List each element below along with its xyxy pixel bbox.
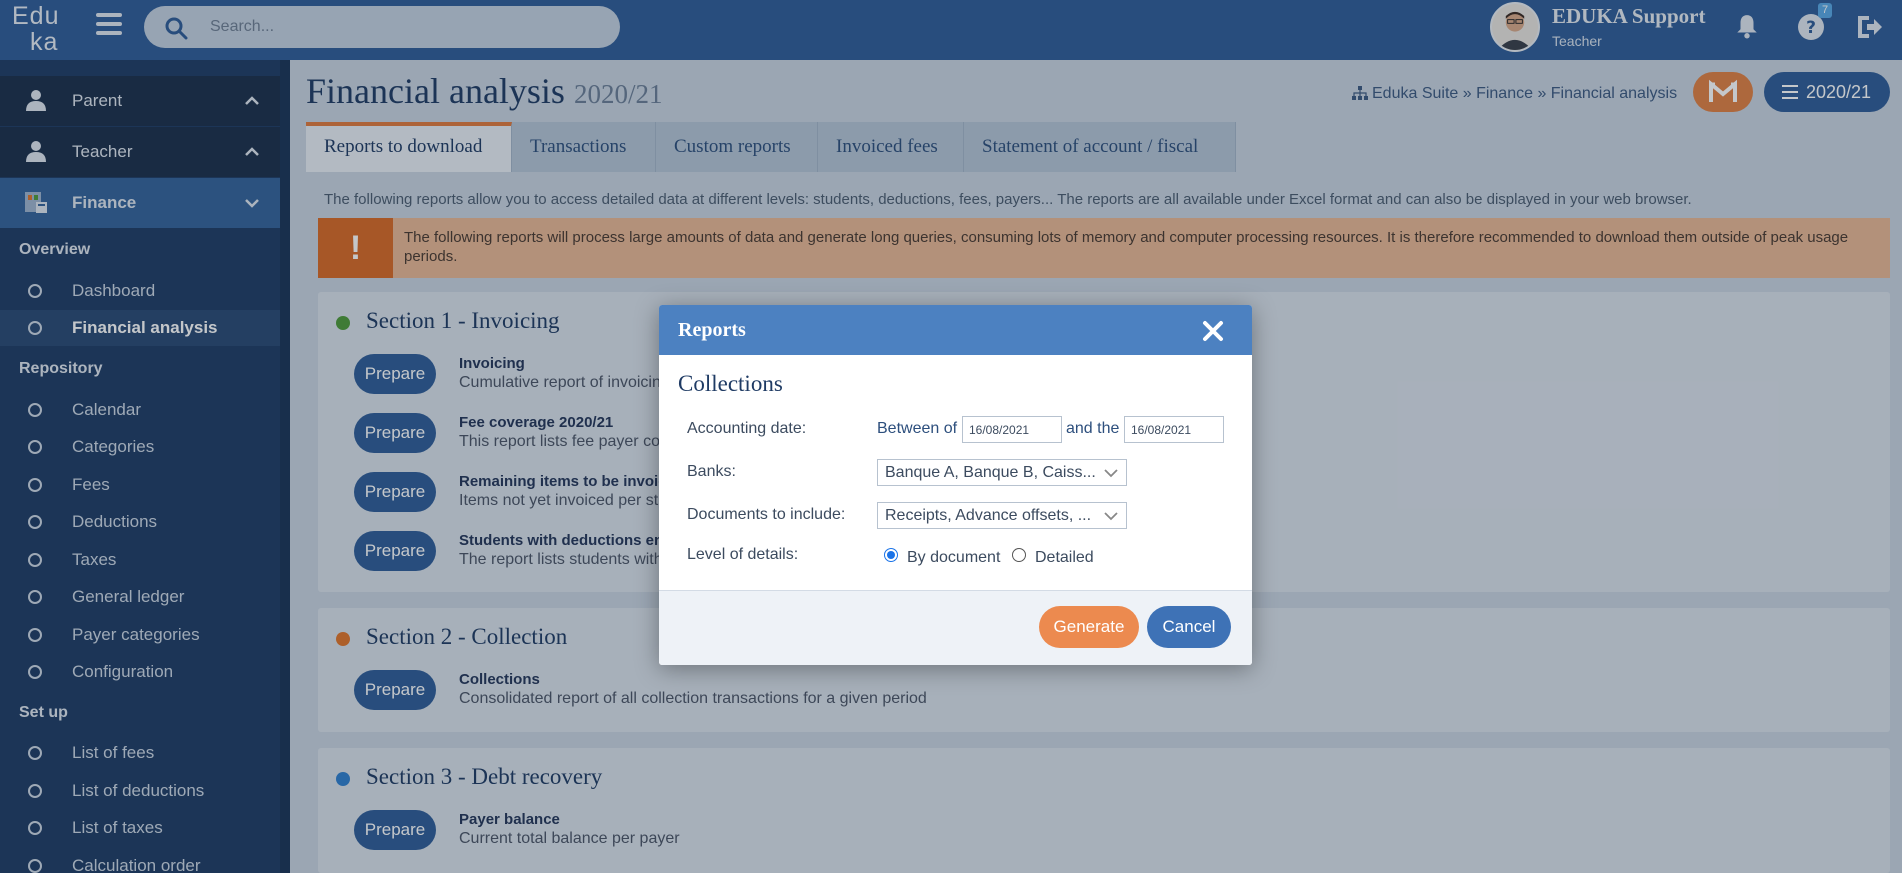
- cancel-button[interactable]: Cancel: [1147, 606, 1231, 648]
- accounting-date-label: Accounting date:: [687, 420, 807, 437]
- level-of-details-label: Level of details:: [687, 546, 799, 563]
- documents-label: Documents to include:: [687, 506, 846, 523]
- between-label: Between of: [877, 420, 958, 437]
- chevron-down-icon: [1104, 512, 1118, 521]
- radio-detailed-label[interactable]: Detailed: [1035, 549, 1094, 567]
- reports-modal: Reports Collections Accounting date: Bet…: [659, 305, 1252, 665]
- banks-label: Banks:: [687, 463, 736, 480]
- documents-select[interactable]: Receipts, Advance offsets, ...: [877, 502, 1127, 529]
- radio-by-document-label[interactable]: By document: [907, 549, 1000, 567]
- chevron-down-icon: [1104, 469, 1118, 478]
- radio-by-document[interactable]: [884, 548, 898, 562]
- and-label: and the: [1066, 420, 1120, 437]
- modal-header: Reports: [659, 305, 1252, 355]
- radio-detailed[interactable]: [1012, 548, 1026, 562]
- banks-select[interactable]: Banque A, Banque B, Caiss...: [877, 459, 1127, 486]
- modal-footer: Generate Cancel: [659, 590, 1252, 665]
- close-icon[interactable]: [1202, 320, 1224, 342]
- date-from-input[interactable]: [962, 416, 1062, 443]
- date-to-input[interactable]: [1124, 416, 1224, 443]
- modal-subtitle: Collections: [678, 371, 783, 396]
- generate-button[interactable]: Generate: [1039, 606, 1139, 648]
- modal-title: Reports: [678, 319, 746, 341]
